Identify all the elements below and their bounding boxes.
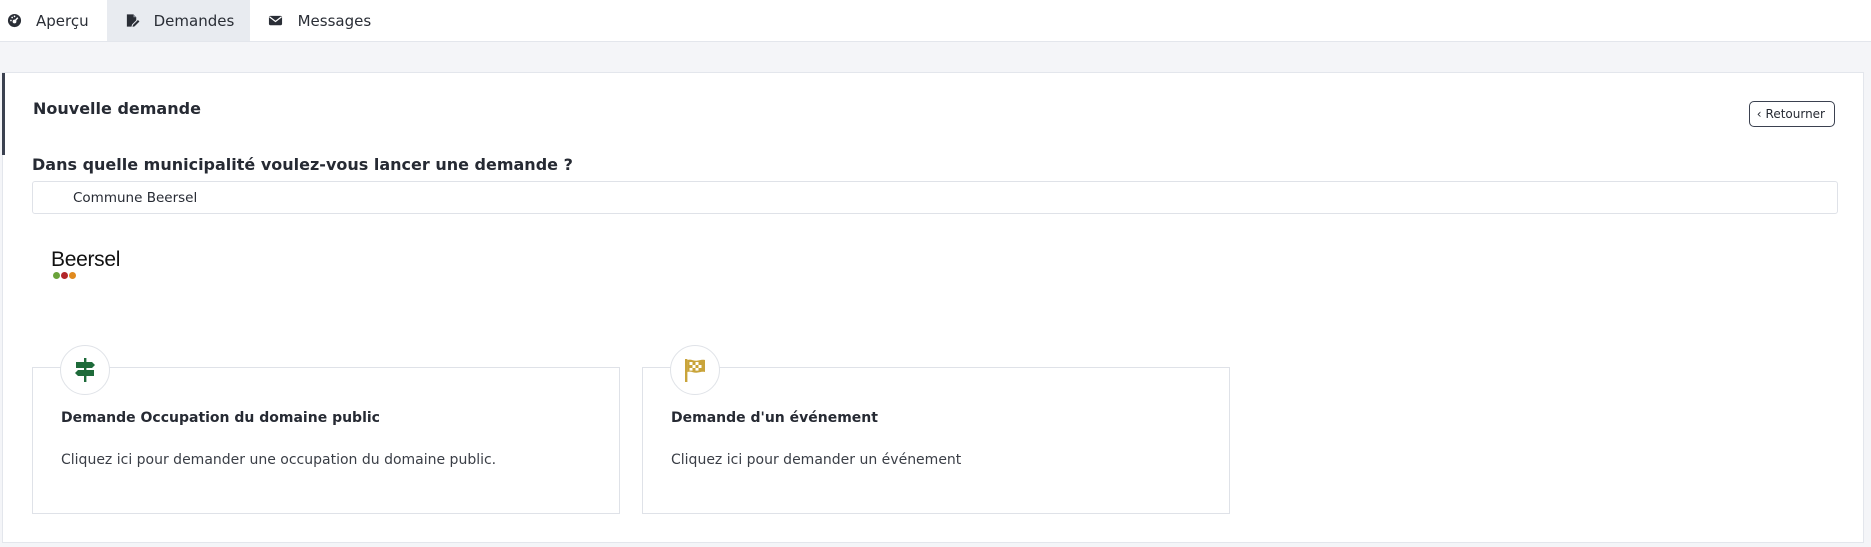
municipality-question: Dans quelle municipalité voulez-vous lan…: [32, 155, 573, 174]
tile-icon-badge: [60, 345, 110, 395]
dashboard-icon: [6, 13, 22, 29]
back-button-label: Retourner: [1765, 107, 1825, 121]
logo-wordmark: Beersel: [51, 248, 121, 271]
logo-dot: [69, 272, 76, 279]
chevron-left-icon: ‹: [1756, 107, 1762, 121]
new-request-card: Nouvelle demande ‹ Retourner Dans quelle…: [2, 72, 1864, 543]
request-tile-event[interactable]: Demande d'un événement Cliquez ici pour …: [642, 345, 1230, 514]
tab-label: Messages: [297, 11, 372, 30]
tab-demandes[interactable]: Demandes: [106, 0, 250, 41]
card-accent-bar: [2, 73, 5, 155]
top-tab-bar: Aperçu Demandes Messages: [0, 0, 1871, 42]
request-tile-public-domain[interactable]: Demande Occupation du domaine public Cli…: [32, 345, 620, 514]
envelope-icon: [268, 13, 284, 29]
tab-label: Aperçu: [36, 11, 89, 30]
logo-dot: [53, 272, 60, 279]
logo-dots: [53, 272, 120, 279]
municipality-input[interactable]: [32, 181, 1838, 214]
edit-document-icon: [125, 13, 140, 29]
signpost-icon: [75, 358, 95, 382]
logo-dot: [61, 272, 68, 279]
back-button[interactable]: ‹ Retourner: [1748, 101, 1835, 127]
checkered-flag-icon: [685, 359, 705, 382]
tile-title: Demande Occupation du domaine public: [61, 410, 380, 426]
tile-description: Cliquez ici pour demander une occupation…: [61, 452, 497, 468]
page-title: Nouvelle demande: [33, 99, 201, 118]
tile-description: Cliquez ici pour demander un événement: [671, 452, 962, 468]
tile-title: Demande d'un événement: [671, 410, 878, 426]
municipality-logo: Beersel: [51, 248, 120, 279]
tab-label: Demandes: [153, 11, 235, 30]
tab-messages[interactable]: Messages: [250, 0, 390, 41]
tile-icon-badge: [670, 345, 720, 395]
tab-apercu[interactable]: Aperçu: [0, 0, 107, 41]
